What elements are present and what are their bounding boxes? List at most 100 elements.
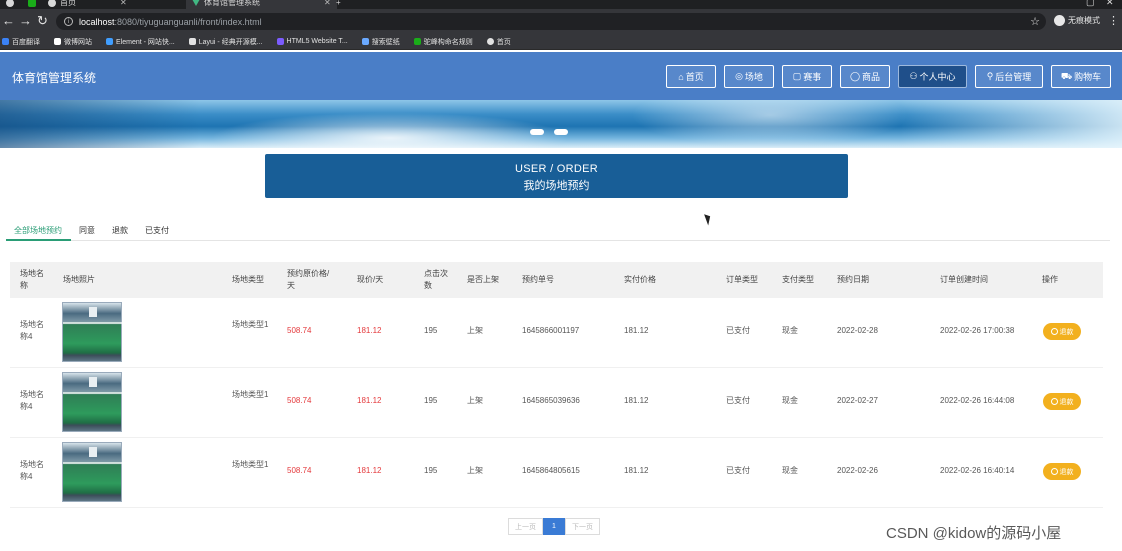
col-header-type: 场地类型 [232,275,264,284]
browser-tab[interactable] [22,0,42,9]
site-header: 体育馆管理系统 ⌂ 首页 ◎ 场地 ▢ 赛事 ◯ 商品 ⚇ 个人中心 ⚲ 后台管理 ⛟ 购物车 [0,52,1122,100]
bookmark-star-icon[interactable]: ☆ [1030,15,1040,28]
nav-personal-center-button[interactable]: ⚇ 个人中心 [898,65,967,88]
refund-icon [1050,398,1058,405]
cell-created: 2022-02-26 16:40:14 [940,466,1015,475]
nav-label: 商品 [862,72,881,82]
nav-home-button[interactable]: ⌂ 首页 [666,65,716,88]
cell-type: 场地类型1 [232,390,269,399]
nav-cart-button[interactable]: ⛟ 购物车 [1051,65,1111,88]
cell-price: 181.12 [357,466,382,475]
banner-splash [180,108,600,148]
tab-refund[interactable]: 退款 [104,222,137,241]
venue-photo[interactable] [62,372,123,432]
prev-page-button[interactable]: 上一页 [508,518,543,535]
tab-paid[interactable]: 已支付 [137,222,178,241]
venue-photo[interactable] [62,302,123,362]
col-header-date: 预约日期 [837,275,869,284]
calendar-icon: ▢ [792,71,802,81]
refund-button[interactable]: 退款 [1043,323,1081,340]
bookmark-item[interactable]: 搜索壁纸 [361,37,400,47]
forward-arrow-icon[interactable]: → [19,14,32,28]
user-icon: ⚇ [909,71,918,81]
cell-orig-price: 508.74 [287,326,312,335]
nav-admin-button[interactable]: ⚲ 后台管理 [975,65,1043,88]
col-header-orig-price: 预约原价格/天 [287,269,330,290]
cell-pay-type: 现金 [782,326,798,335]
cell-date: 2022-02-27 [837,396,878,405]
col-header-price: 现价/天 [357,275,384,284]
bookmark-item[interactable]: 首页 [486,37,511,47]
browser-tab-strip: 首页 ✕ 体育馆管理系统 ✕ + ▢ ✕ [0,0,1122,9]
browser-tab-active[interactable]: 体育馆管理系统 ✕ [186,0,337,9]
nav-label: 场地 [744,72,763,82]
banner-water-image [0,100,200,148]
tab-all-reservations[interactable]: 全部场地预约 [6,222,71,241]
carousel-dot[interactable] [554,129,568,135]
layui-logo-icon [188,38,196,45]
browser-tab-title: 首页 [60,0,76,7]
browser-tab[interactable]: 首页 ✕ [42,0,133,9]
col-header-clicks: 点击次数 [424,269,448,290]
page-number-button[interactable]: 1 [543,518,565,535]
bookmark-label: 驼峰构命名规则 [423,38,473,46]
back-arrow-icon[interactable]: ← [2,14,15,28]
table-row: 场地名称4 场地类型1 508.74 181.12 195 上架 1645866… [10,298,1103,368]
bookmark-item[interactable]: Element - 网站快... [106,37,175,47]
cell-name: 场地名称4 [20,460,44,481]
bookmark-label: Layui - 经典开源模... [198,38,263,46]
browser-tab[interactable] [0,0,20,9]
table-row: 场地名称4 场地类型1 508.74 181.12 195 上架 1645865… [10,368,1103,438]
cell-order-no: 1645866001197 [522,326,580,335]
carousel-dot[interactable] [530,129,544,135]
new-tab-button[interactable]: + [330,0,347,9]
wallpaper-icon [361,38,369,45]
nav-venue-button[interactable]: ◎ 场地 [724,65,774,88]
col-header-action: 操作 [1042,275,1058,284]
nav-label: 首页 [685,72,704,82]
col-header-listed: 是否上架 [467,275,499,284]
nav-events-button[interactable]: ▢ 赛事 [782,65,832,88]
cell-name: 场地名称4 [20,390,44,411]
cell-pay-type: 现金 [782,396,798,405]
bookmark-label: 百度翻译 [12,38,40,46]
cell-listed: 上架 [467,396,483,405]
folder-icon [54,38,61,45]
cell-paid-price: 181.12 [624,326,649,335]
product-icon: ◯ [849,71,861,81]
bookmark-item[interactable]: 驼峰构命名规则 [413,37,473,47]
cell-order-no: 1645865039636 [522,396,580,405]
cell-paid-price: 181.12 [624,396,649,405]
incognito-indicator[interactable]: 无痕模式 [1054,15,1100,26]
restore-window-icon[interactable]: ▢ [1086,0,1095,8]
carousel-indicators [530,129,568,135]
table-row: 场地名称4 场地类型1 508.74 181.12 195 上架 1645864… [10,438,1103,508]
close-window-icon[interactable]: ✕ [1106,0,1114,8]
watermark: CSDN @kidow的源码小屋 [886,525,1062,542]
site-info-icon[interactable]: i [64,17,73,26]
url-input[interactable]: i localhost:8080/tiyuguanguanli/front/in… [56,13,1046,30]
venue-photo[interactable] [62,442,123,502]
nav-products-button[interactable]: ◯ 商品 [840,65,890,88]
cell-orig-price: 508.74 [287,396,312,405]
refund-button[interactable]: 退款 [1043,463,1081,480]
col-header-order-no: 预约单号 [522,275,554,284]
bookmark-item[interactable]: 百度翻译 [2,37,40,47]
bookmark-label: 微博网站 [64,38,92,46]
cell-pay-type: 现金 [782,466,798,475]
close-tab-icon[interactable]: ✕ [120,0,127,7]
tab-approved[interactable]: 同意 [71,222,104,241]
browser-tab-favicon-icon [48,0,56,7]
bookmark-item[interactable]: 微博网站 [54,37,92,47]
bookmark-item[interactable]: Layui - 经典开源模... [188,37,263,47]
reload-icon[interactable]: ↻ [37,14,48,28]
bookmark-item[interactable]: HTML5 Website T... [276,38,348,45]
order-filter-tabs: 全部场地预约 同意 退款 已支付 [6,222,1110,241]
translate-icon [2,38,9,45]
nav-label: 个人中心 [919,72,956,82]
next-page-button[interactable]: 下一页 [565,518,600,535]
link-icon: ⚲ [986,71,994,81]
browser-menu-icon[interactable]: ⋮ [1108,14,1119,27]
refund-button[interactable]: 退款 [1043,393,1081,410]
bookmark-label: HTML5 Website T... [286,38,348,45]
